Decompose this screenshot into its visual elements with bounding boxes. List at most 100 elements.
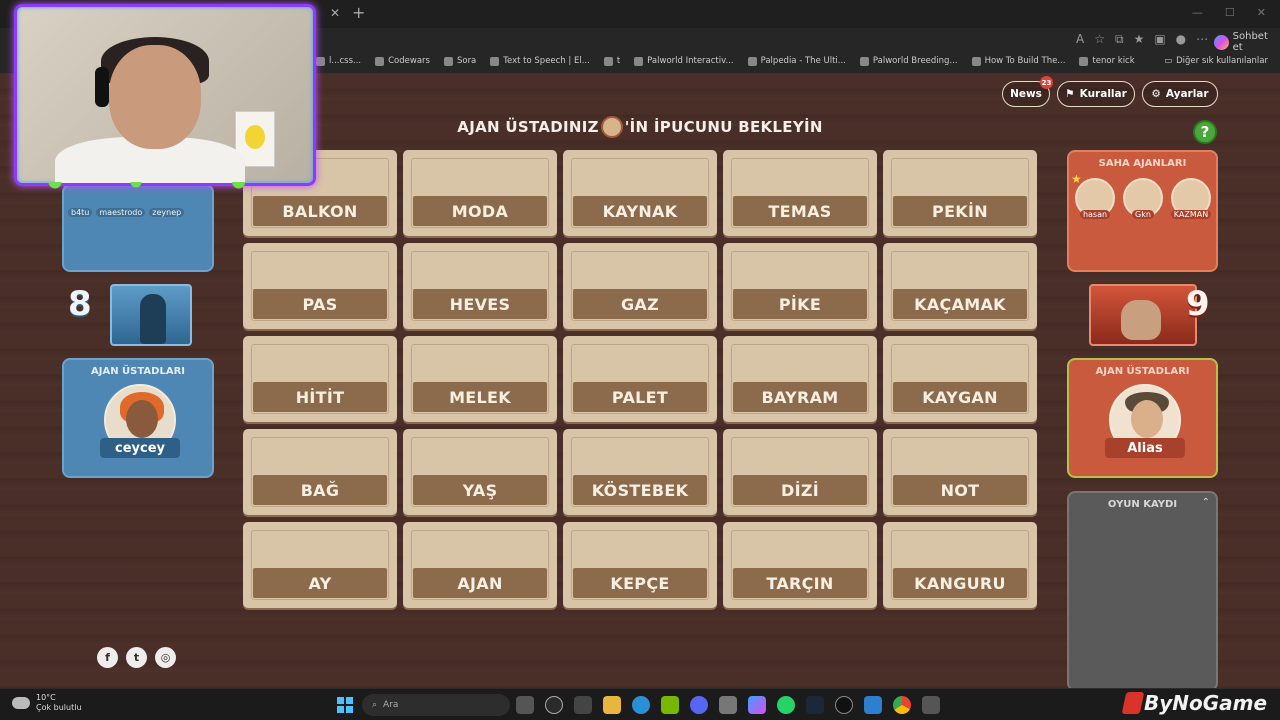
profile-icon[interactable]: ● (1176, 32, 1186, 47)
word-card[interactable]: DİZİ (723, 429, 877, 515)
blue-operative-name: b4tu (68, 208, 93, 217)
new-tab-icon[interactable]: + (352, 3, 365, 22)
word-card-grid: BALKON MODA KAYNAK TEMAS PEKİN PAS HEVES GAZ PİK… (243, 150, 1039, 608)
settings-button[interactable]: ⚙ Ayarlar (1142, 81, 1218, 107)
bookmark-item[interactable]: t (603, 56, 620, 66)
weather-widget[interactable]: 10°C Çok bulutlu (12, 693, 82, 713)
twitter-icon[interactable]: t (126, 647, 147, 668)
maximize-icon[interactable]: ☐ (1225, 6, 1235, 19)
card-word: AJAN (413, 568, 547, 598)
copilot-label: Sohbet et (1232, 31, 1268, 53)
brand-name: ByNoGame (1144, 691, 1268, 715)
word-card[interactable]: KAÇAMAK (883, 243, 1037, 329)
favorites-icon[interactable]: ★ (1134, 32, 1145, 47)
word-card[interactable]: PAS (243, 243, 397, 329)
bookmark-label: How To Build The... (984, 56, 1066, 66)
word-card[interactable]: NOT (883, 429, 1037, 515)
other-bookmarks[interactable]: ▭ Diğer sık kullanılanlar (1164, 56, 1268, 66)
card-word: BALKON (253, 196, 387, 226)
tab-close-icon[interactable]: ✕ (330, 6, 340, 20)
word-card[interactable]: AJAN (403, 522, 557, 608)
collections-icon[interactable]: ▣ (1154, 32, 1165, 47)
chrome-icon[interactable] (893, 696, 911, 714)
bookmark-label: tenor kick (1092, 56, 1135, 66)
word-card[interactable]: KAYGAN (883, 336, 1037, 422)
extensions-icon[interactable]: ⧉ (1115, 32, 1124, 47)
bookmark-item[interactable]: Palpedia - The Ulti... (747, 56, 846, 66)
word-card[interactable]: HEVES (403, 243, 557, 329)
chevron-up-icon[interactable]: ⌃ (1202, 497, 1210, 508)
bookmark-list: l...css... Codewars Sora Text to Speech | E… (316, 56, 1135, 66)
file-explorer-icon[interactable] (603, 696, 621, 714)
instagram-icon[interactable]: ◎ (155, 647, 176, 668)
minimize-icon[interactable]: — (1192, 6, 1203, 19)
word-card[interactable]: KEPÇE (563, 522, 717, 608)
word-card[interactable]: HİTİT (243, 336, 397, 422)
steam-icon[interactable] (806, 696, 824, 714)
close-window-icon[interactable]: ✕ (1257, 6, 1266, 19)
rules-button[interactable]: ⚑ Kurallar (1057, 81, 1135, 107)
bookmark-item[interactable]: Palworld Interactiv... (634, 56, 734, 66)
card-word: KAYGAN (893, 382, 1027, 412)
more-menu-icon[interactable]: ⋯ (1196, 32, 1208, 47)
app-icon[interactable] (719, 696, 737, 714)
discord-icon[interactable] (690, 696, 708, 714)
bookmark-label: Palworld Interactiv... (647, 56, 734, 66)
word-card[interactable]: GAZ (563, 243, 717, 329)
window-controls: — ☐ ✕ (1192, 6, 1266, 19)
temperature: 10°C (36, 693, 56, 702)
word-card[interactable]: TEMAS (723, 150, 877, 236)
edge-icon[interactable] (632, 696, 650, 714)
bookmark-item[interactable]: Text to Speech | El... (490, 56, 590, 66)
word-card[interactable]: KÖSTEBEK (563, 429, 717, 515)
task-view-icon[interactable] (516, 696, 534, 714)
word-card[interactable]: KAYNAK (563, 150, 717, 236)
word-card[interactable]: AY (243, 522, 397, 608)
start-icon[interactable] (337, 697, 353, 713)
settings-icon[interactable] (922, 696, 940, 714)
search-icon: ⌕ (372, 700, 378, 710)
chatgpt-icon[interactable] (545, 696, 563, 714)
bookmark-item[interactable]: Codewars (375, 56, 430, 66)
word-card[interactable]: PEKİN (883, 150, 1037, 236)
app-icon[interactable] (864, 696, 882, 714)
app-icon[interactable] (574, 696, 592, 714)
bookmark-item[interactable]: How To Build The... (971, 56, 1066, 66)
social-links: f t ◎ (97, 647, 176, 668)
bookmark-item[interactable]: tenor kick (1079, 56, 1135, 66)
copilot-icon[interactable] (748, 696, 766, 714)
word-card[interactable]: MODA (403, 150, 557, 236)
red-spymaster-name: Alias (1105, 438, 1185, 458)
bookmark-item[interactable]: Palworld Breeding... (859, 56, 958, 66)
whatsapp-icon[interactable] (777, 696, 795, 714)
word-card[interactable]: YAŞ (403, 429, 557, 515)
taskbar-search[interactable]: ⌕ Ara (362, 694, 510, 716)
word-card[interactable]: PALET (563, 336, 717, 422)
news-button[interactable]: News 23 (1002, 76, 1053, 107)
copilot-button[interactable]: Sohbet et (1214, 31, 1280, 53)
word-card[interactable]: TARÇIN (723, 522, 877, 608)
bookmark-favicon-icon (634, 56, 644, 66)
weather-condition: Çok bulutlu (36, 703, 82, 712)
word-card[interactable]: BAĞ (243, 429, 397, 515)
read-aloud-icon[interactable]: A (1076, 32, 1084, 47)
title-suffix: 'İN İPUCUNU BEKLEYİN (624, 118, 823, 136)
nvidia-icon[interactable] (661, 696, 679, 714)
facebook-icon[interactable]: f (97, 647, 118, 668)
gear-icon: ⚙ (1151, 88, 1161, 100)
word-card[interactable]: BAYRAM (723, 336, 877, 422)
word-card[interactable]: MELEK (403, 336, 557, 422)
favorite-star-icon[interactable]: ☆ (1094, 32, 1105, 47)
bookmark-favicon-icon (443, 56, 453, 66)
bookmark-label: Sora (456, 56, 477, 66)
card-word: MELEK (413, 382, 547, 412)
blue-operative-name: zeynep (149, 208, 185, 217)
card-word: PEKİN (893, 196, 1027, 226)
obs-icon[interactable] (835, 696, 853, 714)
bookmark-item[interactable]: Sora (443, 56, 477, 66)
help-button[interactable]: ? (1193, 120, 1217, 144)
word-card[interactable]: PİKE (723, 243, 877, 329)
bookmark-item[interactable]: l...css... (316, 56, 361, 66)
bookmark-favicon-icon (316, 56, 325, 66)
word-card[interactable]: KANGURU (883, 522, 1037, 608)
